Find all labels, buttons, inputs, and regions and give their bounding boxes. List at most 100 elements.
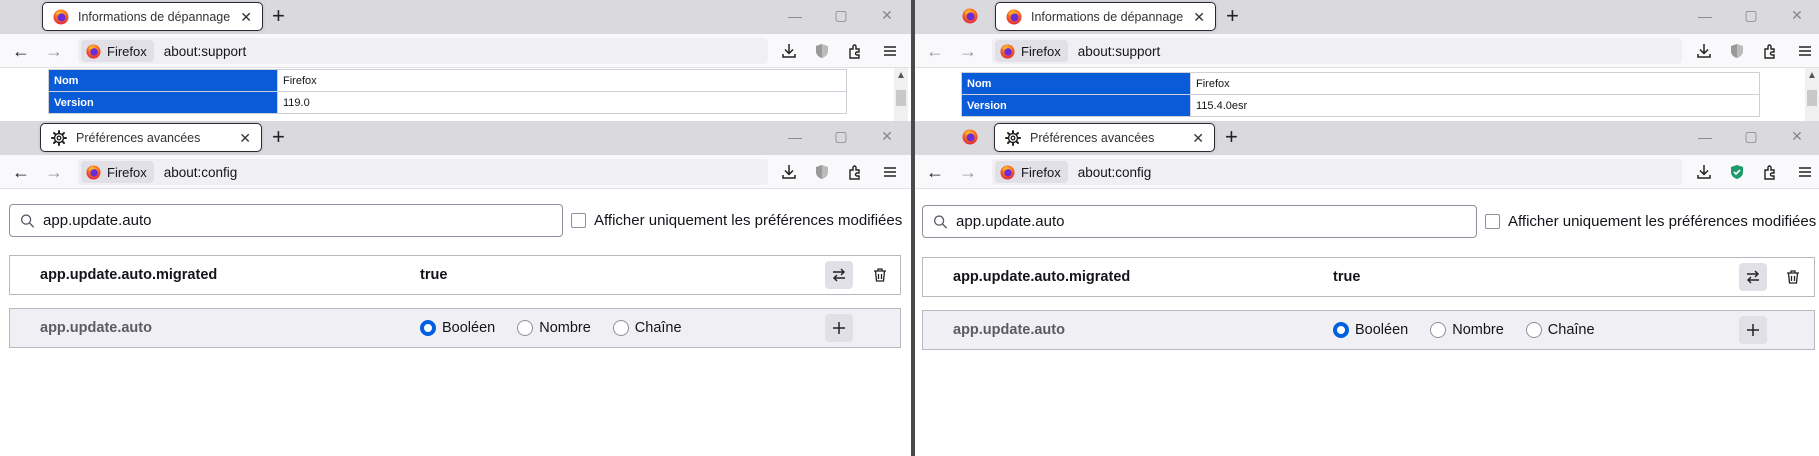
modified-only-checkbox[interactable]: Afficher uniquement les préférences modi…	[571, 212, 902, 229]
radio-dot[interactable]	[1525, 322, 1542, 338]
extensions-button[interactable]	[844, 39, 868, 63]
tab-config[interactable]: Préférences avancées ✕	[40, 123, 262, 152]
minimize-icon[interactable]: —	[1682, 129, 1728, 145]
plus-icon	[1745, 322, 1761, 338]
menu-button[interactable]	[878, 160, 902, 184]
radio-dot[interactable]	[517, 320, 534, 336]
scroll-thumb[interactable]	[1807, 90, 1817, 106]
extensions-button[interactable]	[844, 160, 868, 184]
back-button[interactable]: ←	[8, 39, 34, 63]
close-tab-icon[interactable]: ✕	[1192, 131, 1204, 145]
minimize-icon[interactable]: —	[772, 129, 818, 145]
pref-value: true	[420, 267, 448, 283]
url-text[interactable]: about:config	[1078, 165, 1152, 180]
radio-string[interactable]: Chaîne	[1525, 322, 1595, 338]
radio-label: Nombre	[539, 320, 591, 336]
toggle-button[interactable]	[825, 261, 853, 289]
radio-number[interactable]: Nombre	[1430, 322, 1504, 338]
downloads-button[interactable]	[1692, 39, 1716, 63]
forward-button[interactable]: →	[955, 39, 981, 63]
url-bar[interactable]: Firefox about:config	[992, 159, 1682, 185]
extensions-button[interactable]	[1759, 39, 1783, 63]
minimize-icon[interactable]: —	[1682, 8, 1728, 24]
maximize-icon[interactable]: ▢	[818, 7, 864, 24]
tab-strip: Informations de dépannage ✕ + — ▢ ✕	[915, 0, 1819, 34]
tab-support[interactable]: Informations de dépannage ✕	[42, 2, 263, 31]
radio-boolean[interactable]: Booléen	[1333, 322, 1408, 338]
new-tab-button[interactable]: +	[1225, 125, 1238, 149]
menu-button[interactable]	[878, 39, 902, 63]
search-input[interactable]	[43, 212, 562, 229]
downloads-button[interactable]	[777, 160, 801, 184]
identity-box[interactable]: Firefox	[995, 40, 1068, 62]
maximize-icon[interactable]: ▢	[1728, 128, 1774, 145]
close-tab-icon[interactable]: ✕	[240, 10, 252, 24]
close-window-icon[interactable]: ✕	[864, 128, 910, 145]
url-text[interactable]: about:support	[164, 44, 247, 59]
close-window-icon[interactable]: ✕	[1774, 7, 1819, 24]
url-text[interactable]: about:support	[1078, 44, 1161, 59]
tab-support[interactable]: Informations de dépannage ✕	[995, 2, 1216, 31]
url-bar[interactable]: Firefox about:support	[992, 38, 1682, 64]
identity-label: Firefox	[1021, 164, 1061, 180]
search-field[interactable]	[922, 205, 1477, 238]
delete-button[interactable]	[1779, 263, 1807, 291]
checkbox[interactable]	[571, 213, 586, 228]
close-window-icon[interactable]: ✕	[1774, 128, 1819, 145]
downloads-button[interactable]	[777, 39, 801, 63]
checkbox[interactable]	[1485, 214, 1500, 229]
scroll-up-icon[interactable]: ▲	[894, 70, 908, 81]
radio-string[interactable]: Chaîne	[612, 320, 682, 336]
back-button[interactable]: ←	[922, 39, 948, 63]
radio-dot[interactable]	[420, 320, 436, 336]
identity-box[interactable]: Firefox	[81, 161, 154, 183]
url-bar[interactable]: Firefox about:support	[78, 38, 768, 64]
back-button[interactable]: ←	[8, 160, 34, 184]
radio-boolean[interactable]: Booléen	[420, 320, 495, 336]
scroll-thumb[interactable]	[896, 90, 906, 106]
radio-dot[interactable]	[1333, 322, 1349, 338]
url-bar[interactable]: Firefox about:config	[78, 159, 768, 185]
scrollbar[interactable]: ▲	[894, 68, 908, 121]
tracking-protection-button[interactable]	[810, 39, 834, 63]
identity-box[interactable]: Firefox	[995, 161, 1068, 183]
extensions-button[interactable]	[1759, 160, 1783, 184]
tab-config[interactable]: Préférences avancées ✕	[994, 123, 1215, 152]
support-content: Nom Firefox Version 119.0 ▲	[0, 68, 912, 121]
scroll-up-icon[interactable]: ▲	[1805, 70, 1819, 81]
minimize-icon[interactable]: —	[772, 8, 818, 24]
tracking-protection-button[interactable]	[1725, 160, 1749, 184]
radio-dot[interactable]	[1430, 322, 1447, 338]
identity-box[interactable]: Firefox	[81, 40, 154, 62]
menu-button[interactable]	[1793, 160, 1817, 184]
add-button[interactable]	[825, 314, 853, 342]
add-button[interactable]	[1739, 316, 1767, 344]
new-tab-button[interactable]: +	[272, 4, 285, 28]
close-tab-icon[interactable]: ✕	[239, 131, 251, 145]
forward-button[interactable]: →	[41, 39, 67, 63]
new-tab-button[interactable]: +	[1226, 4, 1239, 28]
modified-only-checkbox[interactable]: Afficher uniquement les préférences modi…	[1485, 213, 1816, 230]
forward-button[interactable]: →	[41, 160, 67, 184]
tracking-protection-button[interactable]	[1725, 39, 1749, 63]
tracking-protection-button[interactable]	[810, 160, 834, 184]
firefox-icon	[1000, 165, 1015, 180]
new-tab-button[interactable]: +	[272, 125, 285, 149]
url-text[interactable]: about:config	[164, 165, 238, 180]
toggle-button[interactable]	[1739, 263, 1767, 291]
trash-icon	[872, 267, 888, 283]
maximize-icon[interactable]: ▢	[1728, 7, 1774, 24]
menu-button[interactable]	[1793, 39, 1817, 63]
search-input[interactable]	[956, 213, 1476, 230]
close-window-icon[interactable]: ✕	[864, 7, 910, 24]
downloads-button[interactable]	[1692, 160, 1716, 184]
close-tab-icon[interactable]: ✕	[1193, 10, 1205, 24]
radio-number[interactable]: Nombre	[517, 320, 591, 336]
search-field[interactable]	[9, 204, 563, 237]
back-button[interactable]: ←	[922, 160, 948, 184]
delete-button[interactable]	[866, 261, 894, 289]
radio-dot[interactable]	[612, 320, 629, 336]
scrollbar[interactable]: ▲	[1805, 68, 1819, 121]
forward-button[interactable]: →	[955, 160, 981, 184]
maximize-icon[interactable]: ▢	[818, 128, 864, 145]
